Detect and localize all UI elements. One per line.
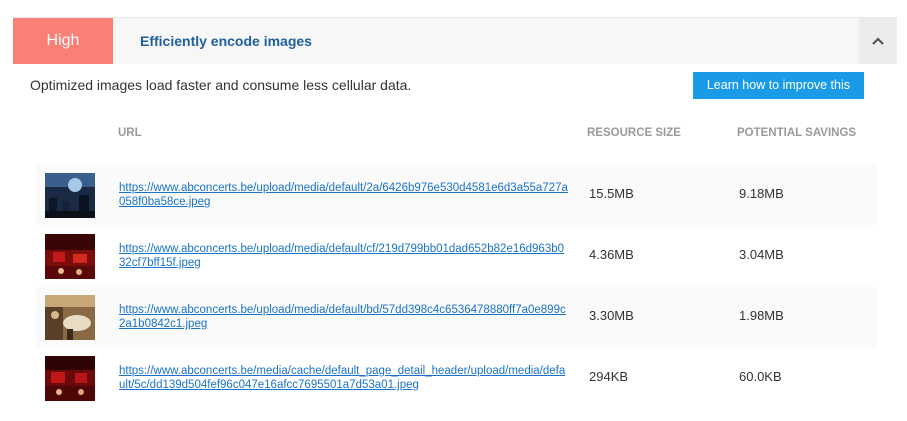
table-row: https://www.abconcerts.be/upload/media/d…	[36, 165, 877, 225]
red-hall-thumbnail	[45, 356, 95, 401]
potential-savings: 3.04MB	[739, 247, 784, 262]
table-row: https://www.abconcerts.be/upload/media/d…	[36, 287, 877, 347]
resource-url-link[interactable]: https://www.abconcerts.be/upload/media/d…	[119, 303, 569, 331]
concert-stage-thumbnail	[45, 173, 95, 218]
potential-savings: 9.18MB	[739, 186, 784, 201]
audit-description: Optimized images load faster and consume…	[30, 77, 412, 93]
resource-url-link[interactable]: https://www.abconcerts.be/media/cache/de…	[119, 364, 569, 392]
chevron-up-icon	[872, 37, 884, 45]
resource-size: 3.30MB	[589, 308, 634, 323]
learn-more-button[interactable]: Learn how to improve this	[692, 71, 864, 99]
potential-savings: 60.0KB	[739, 369, 782, 384]
collapse-toggle[interactable]	[859, 18, 897, 64]
resource-url-link[interactable]: https://www.abconcerts.be/upload/media/d…	[119, 181, 569, 209]
audit-title[interactable]: Efficiently encode images	[113, 18, 859, 64]
table-header: URL RESOURCE SIZE POTENTIAL SAVINGS	[0, 127, 907, 145]
column-header-size: RESOURCE SIZE	[587, 127, 681, 139]
resource-size: 294KB	[589, 369, 629, 384]
audit-panel: High Efficiently encode images	[13, 17, 897, 64]
resource-url-link[interactable]: https://www.abconcerts.be/upload/media/d…	[119, 242, 569, 270]
audit-header[interactable]: High Efficiently encode images	[13, 17, 897, 64]
description-row: Optimized images load faster and consume…	[30, 71, 864, 99]
resource-table: https://www.abconcerts.be/upload/media/d…	[36, 165, 877, 409]
column-header-url: URL	[118, 127, 142, 139]
resource-size: 15.5MB	[589, 186, 634, 201]
table-row: https://www.abconcerts.be/media/cache/de…	[36, 348, 877, 408]
column-header-savings: POTENTIAL SAVINGS	[737, 127, 857, 139]
restaurant-table-thumbnail	[45, 295, 95, 340]
resource-size: 4.36MB	[589, 247, 634, 262]
table-row: https://www.abconcerts.be/upload/media/d…	[36, 226, 877, 286]
red-hall-thumbnail	[45, 234, 95, 279]
potential-savings: 1.98MB	[739, 308, 784, 323]
severity-badge: High	[13, 18, 113, 64]
